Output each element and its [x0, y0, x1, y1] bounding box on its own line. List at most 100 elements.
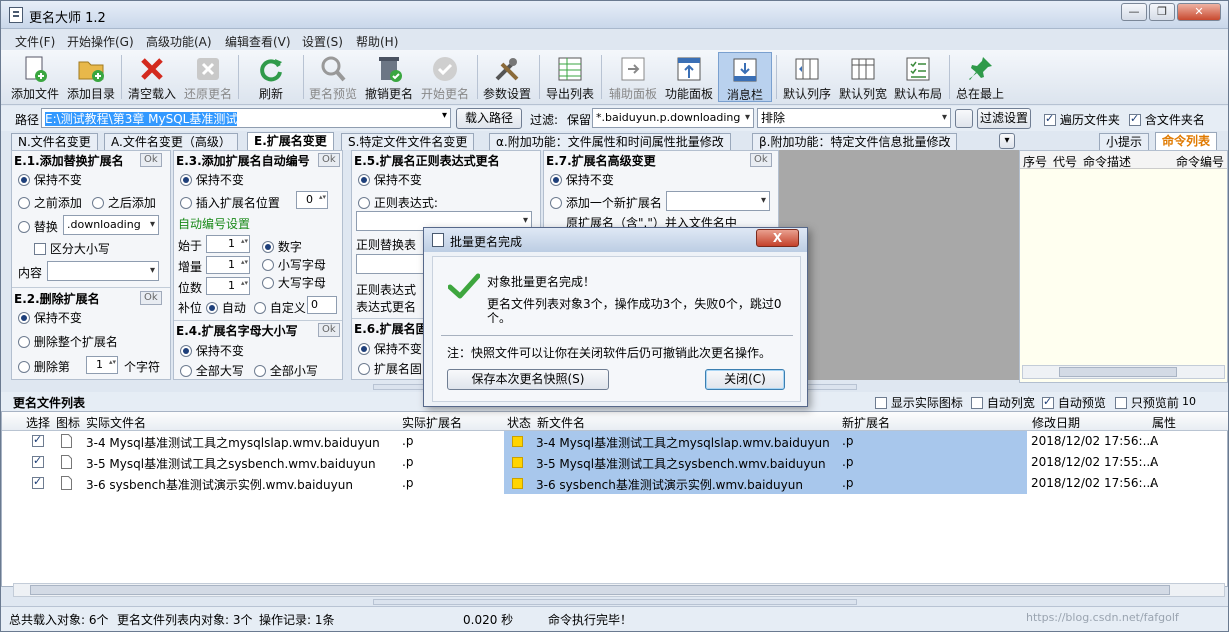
e2-delete-all-radio[interactable] [18, 336, 30, 348]
rename-preview-button[interactable]: 更名预览 [306, 52, 360, 102]
close-dialog-button[interactable]: 关闭(C) [705, 369, 785, 390]
minimize-button[interactable]: — [1121, 3, 1147, 21]
e3-digit-option[interactable]: 数字 [262, 238, 302, 255]
save-snapshot-button[interactable]: 保存本次更名快照(S) [447, 369, 609, 390]
default-col-width-button[interactable]: 默认列宽 [836, 52, 890, 102]
e2-n-stepper[interactable]: 1 [86, 356, 118, 374]
e6-fixed-option[interactable]: 扩展名固 [358, 360, 422, 377]
tab-attr-time[interactable]: α.附加功能：文件属性和时间属性批量修改 [489, 133, 731, 150]
menu-help[interactable]: 帮助(H) [356, 33, 398, 50]
traverse-folders-option[interactable]: 遍历文件夹 [1044, 111, 1120, 128]
e5-regex-radio[interactable] [358, 197, 370, 209]
e7-ok-button[interactable]: Ok [750, 153, 772, 167]
preview-count-value[interactable]: 10 [1182, 395, 1196, 408]
e3-insert-pos-option[interactable]: 插入扩展名位置 [180, 194, 280, 211]
e6-keep-option[interactable]: 保持不变 [358, 340, 422, 357]
col-new-ext[interactable]: 新扩展名 [842, 414, 890, 431]
table-row[interactable]: 3-6 sysbench基准测试演示实例.wmv.baiduyun .p 3-6… [2, 473, 1228, 494]
include-folder-name-checkbox[interactable] [1129, 112, 1141, 126]
e2-keep-radio[interactable] [18, 312, 30, 324]
func-panel-button[interactable]: 功能面板 [662, 52, 716, 102]
e3-insert-pos-radio[interactable] [180, 197, 192, 209]
col-actual-ext[interactable]: 实际扩展名 [402, 414, 462, 431]
cmd-col-desc[interactable]: 命令描述 [1083, 153, 1131, 170]
e7-new-ext-select[interactable] [666, 191, 770, 211]
show-icon-option[interactable]: 显示实际图标 [875, 394, 963, 411]
e1-content-select[interactable] [47, 261, 159, 281]
e1-replace-radio[interactable] [18, 221, 30, 233]
auto-width-checkbox[interactable] [971, 397, 983, 409]
e6-keep-radio[interactable] [358, 343, 370, 355]
e7-add-new-radio[interactable] [550, 197, 562, 209]
e4-keep-radio[interactable] [180, 345, 192, 357]
tab-name-change[interactable]: N.文件名变更 [11, 133, 98, 150]
refresh-button[interactable]: 刷新 [249, 52, 293, 102]
filter-settings-button[interactable]: 过滤设置 [977, 108, 1031, 129]
e6-fixed-radio[interactable] [358, 363, 370, 375]
path-dropdown-arrow-icon[interactable]: ▾ [442, 110, 447, 121]
dialog-close-button[interactable]: X [756, 229, 799, 247]
tab-tips[interactable]: 小提示 [1099, 133, 1150, 150]
e5-regex-option[interactable]: 正则表达式: [358, 194, 438, 211]
e3-keep-radio[interactable] [180, 174, 192, 186]
scrollbar-thumb[interactable] [30, 585, 1170, 595]
e3-inc-stepper[interactable]: 1 [206, 256, 250, 274]
always-on-top-button[interactable]: 总在最上 [953, 52, 1007, 102]
e4-ok-button[interactable]: Ok [318, 323, 340, 337]
e3-upper-option[interactable]: 大写字母 [262, 274, 326, 291]
e1-replace-select[interactable]: .downloading [63, 215, 159, 235]
add-folder-button[interactable]: 添加目录 [64, 52, 118, 102]
e1-ok-button[interactable]: Ok [140, 153, 162, 167]
add-file-button[interactable]: 添加文件 [8, 52, 62, 102]
e3-pos-stepper[interactable]: 0 [296, 191, 328, 209]
e3-start-stepper[interactable]: 1 [206, 235, 250, 253]
e7-keep-option[interactable]: 保持不变 [550, 171, 614, 188]
preview-first-checkbox[interactable] [1115, 397, 1127, 409]
undo-rename-button[interactable]: 撤销更名 [362, 52, 416, 102]
e3-ok-button[interactable]: Ok [318, 153, 340, 167]
col-new-name[interactable]: 新文件名 [537, 414, 585, 431]
col-modified[interactable]: 修改日期 [1032, 414, 1080, 431]
export-list-button[interactable]: 导出列表 [543, 52, 597, 102]
col-select[interactable]: 选择 [26, 414, 50, 431]
splitter-handle[interactable] [373, 599, 857, 605]
table-row[interactable]: 3-4 Mysql基准测试工具之mysqlslap.wmv.baiduyun .… [2, 431, 1228, 452]
e1-append-radio[interactable] [92, 197, 104, 209]
exclude-filter-select[interactable]: 排除 [757, 108, 951, 128]
traverse-folders-checkbox[interactable] [1044, 112, 1056, 126]
aux-panel-button[interactable]: 辅助面板 [606, 52, 660, 102]
menu-file[interactable]: 文件(F) [15, 33, 55, 50]
default-layout-button[interactable]: 默认布局 [891, 52, 945, 102]
restore-rename-button[interactable]: 还原更名 [181, 52, 235, 102]
row-select-checkbox[interactable] [32, 454, 44, 469]
preview-first-option[interactable]: 只预览前 [1115, 394, 1179, 411]
tab-name-change-advanced[interactable]: A.文件名变更（高级） [104, 133, 238, 150]
cmd-col-code[interactable]: 代号 [1053, 153, 1077, 170]
filter-toggle-button[interactable] [955, 109, 973, 128]
include-folder-name-option[interactable]: 含文件夹名 [1129, 111, 1205, 128]
auto-preview-option[interactable]: 自动预览 [1042, 394, 1106, 411]
e2-ok-button[interactable]: Ok [140, 291, 162, 305]
command-list-scrollbar[interactable] [1022, 365, 1225, 379]
clear-loaded-button[interactable]: 清空载入 [125, 52, 179, 102]
auto-preview-checkbox[interactable] [1042, 395, 1054, 409]
e3-auto-radio[interactable] [206, 302, 218, 314]
e2-keep-option[interactable]: 保持不变 [18, 309, 82, 326]
e2-delete-all-option[interactable]: 删除整个扩展名 [18, 333, 118, 350]
col-status[interactable]: 状态 [507, 414, 531, 431]
col-attr[interactable]: 属性 [1152, 414, 1176, 431]
file-list-hscrollbar[interactable] [13, 583, 1225, 597]
e3-lower-option[interactable]: 小写字母 [262, 256, 326, 273]
row-select-checkbox[interactable] [32, 475, 44, 490]
e3-auto-option[interactable]: 自动 [206, 299, 246, 316]
e1-case-checkbox[interactable] [34, 243, 46, 255]
e1-prepend-option[interactable]: 之前添加 [18, 194, 82, 211]
e1-replace-option[interactable]: 替换 [18, 218, 58, 235]
path-input[interactable]: E:\测试教程\第3章 MySQL基准测试 ▾ [41, 108, 451, 128]
scrollbar-thumb[interactable] [1059, 367, 1177, 377]
menu-advanced[interactable]: 高级功能(A) [146, 33, 212, 50]
e3-custom-option[interactable]: 自定义 [254, 299, 306, 316]
e3-custom-radio[interactable] [254, 302, 266, 314]
e3-upper-radio[interactable] [262, 277, 274, 289]
table-row[interactable]: 3-5 Mysql基准测试工具之sysbench.wmv.baiduyun .p… [2, 452, 1228, 473]
